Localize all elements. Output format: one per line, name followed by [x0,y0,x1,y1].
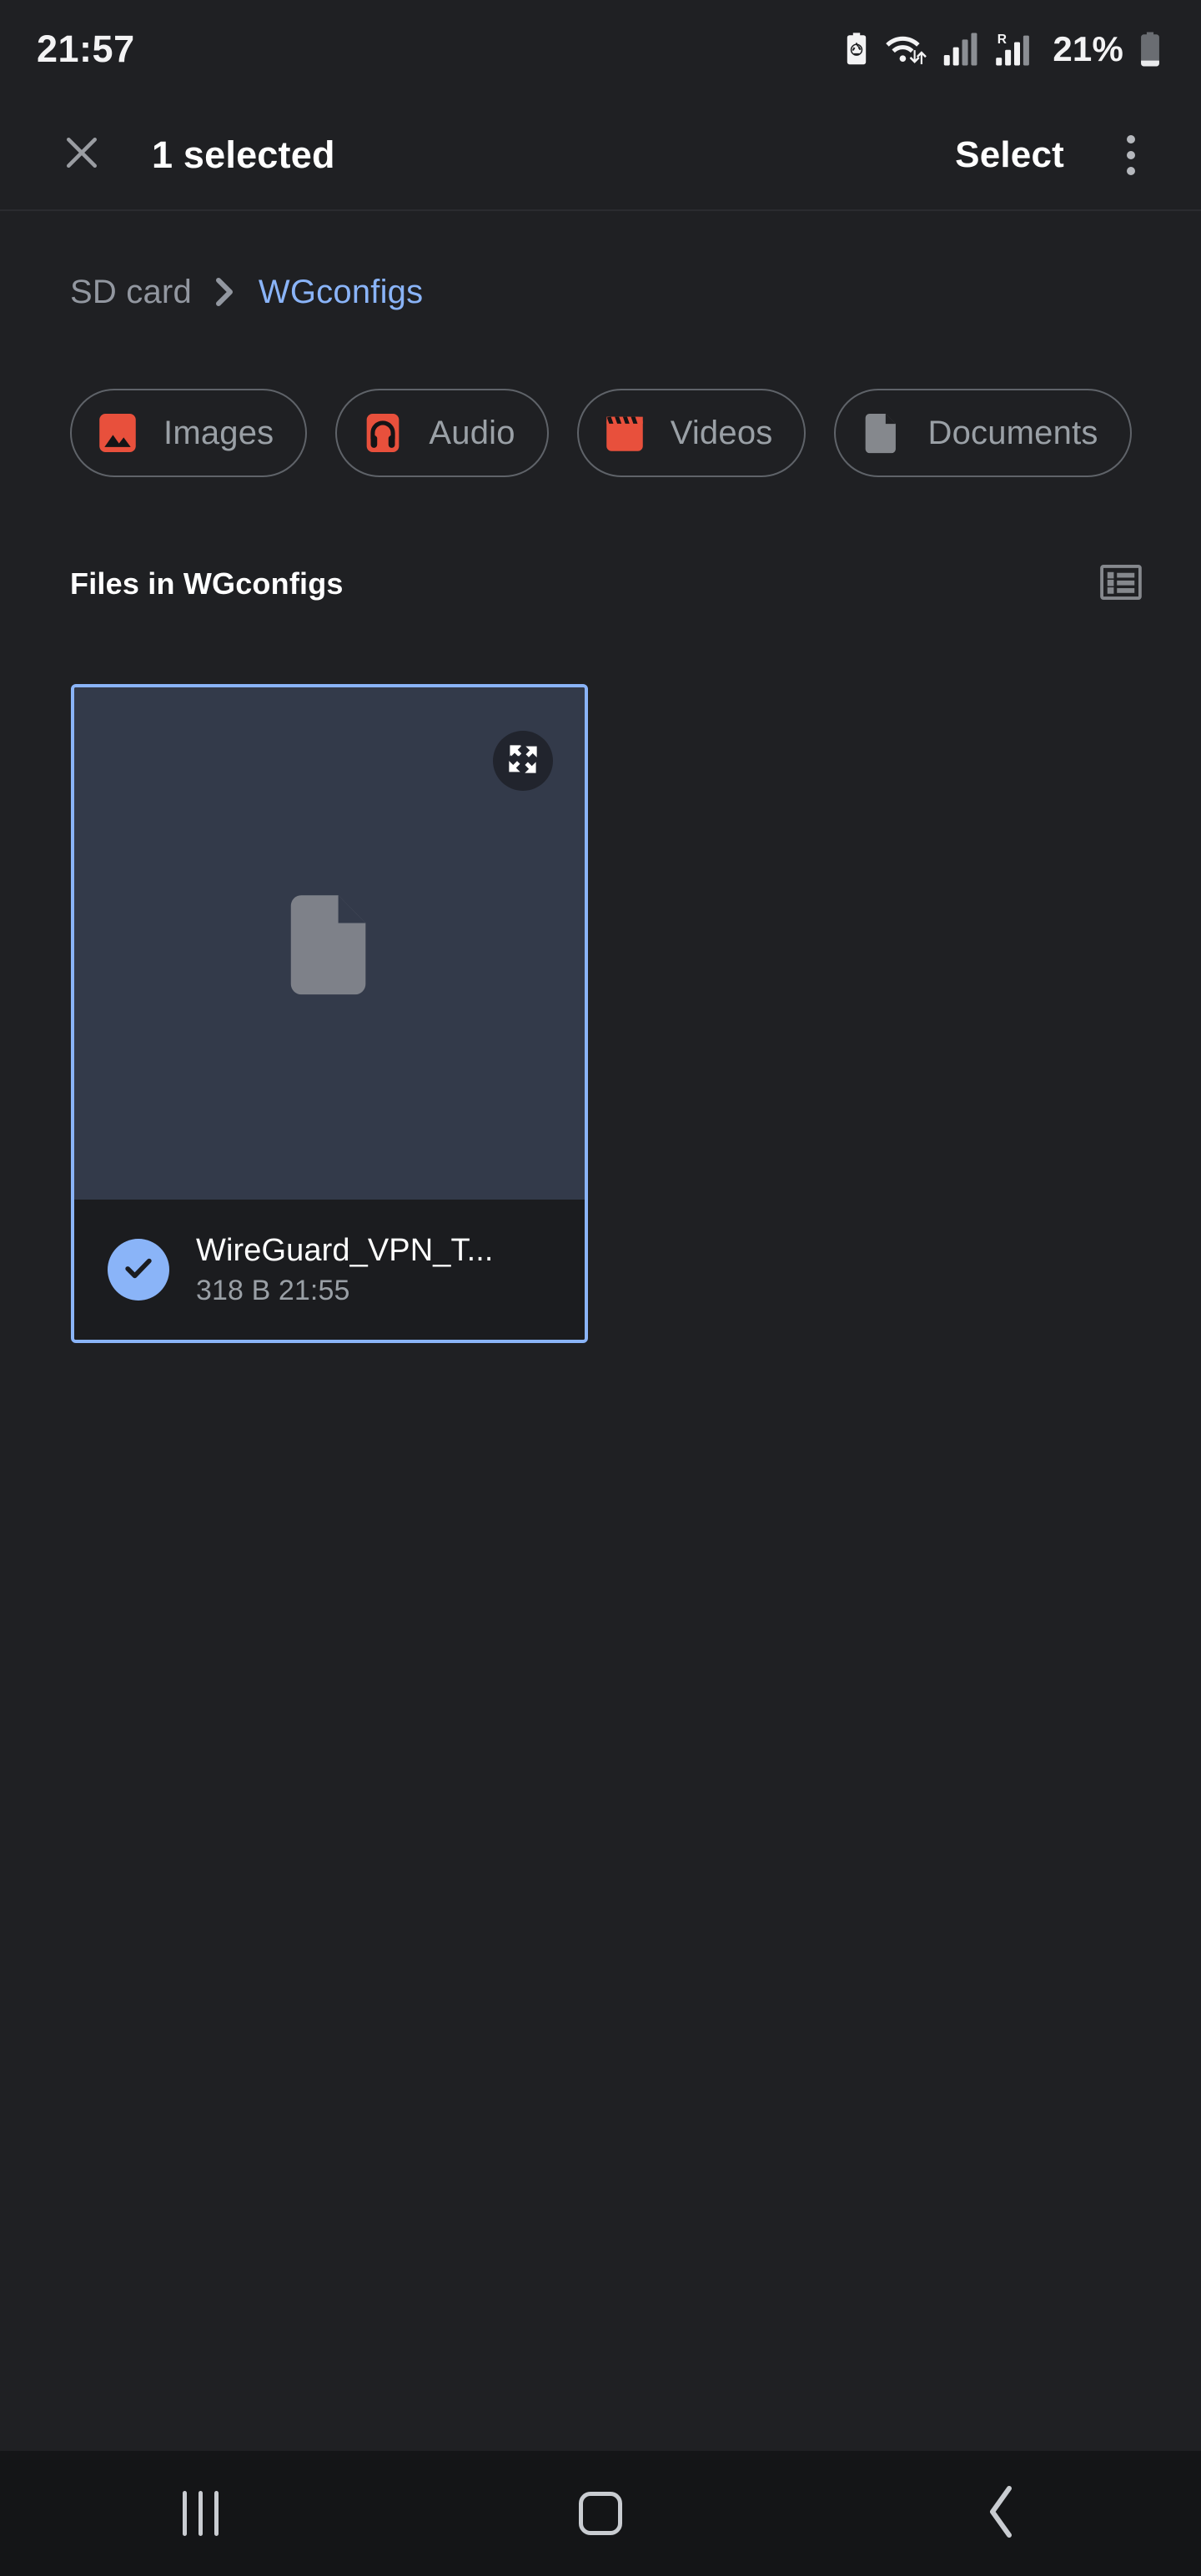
status-bar-icons: R 21% [842,29,1163,69]
list-view-icon [1100,564,1142,604]
system-navigation-bar [0,2451,1201,2576]
document-icon [857,409,906,457]
expand-fullscreen-icon [505,742,540,781]
clapperboard-icon [600,409,649,457]
more-options-icon [1127,134,1135,143]
filter-chip-videos-label: Videos [670,414,773,451]
filter-chip-images[interactable]: Images [70,389,308,477]
section-header: Files in WGconfigs [0,551,1201,617]
page-title: 1 selected [152,133,335,176]
headphones-icon [359,409,407,457]
back-button[interactable] [926,2468,1076,2559]
filter-chip-images-label: Images [163,414,274,451]
file-name: WireGuard_VPN_T... [196,1232,494,1268]
document-icon [281,889,378,998]
recents-icon [182,2491,219,2536]
battery-percent-label: 21% [1053,29,1123,68]
filter-chip-audio[interactable]: Audio [335,389,549,477]
file-picker-screen: 21:57 R 21% 1 selected Select SD card WG… [0,0,1201,2576]
breadcrumb-item-wgconfigs[interactable]: WGconfigs [259,274,423,311]
file-text-block: WireGuard_VPN_T... 318 B 21:55 [196,1233,494,1307]
wifi-data-transfer-icon [885,32,928,67]
expand-button[interactable] [493,731,553,791]
view-mode-button[interactable] [1098,561,1144,607]
power-saving-battery-icon [842,32,871,67]
back-icon [984,2485,1018,2543]
filter-chip-audio-label: Audio [429,414,515,451]
battery-icon [1138,32,1163,67]
more-options-icon-dot2 [1127,150,1135,159]
filter-chip-documents-label: Documents [927,414,1098,451]
select-button[interactable]: Select [942,126,1078,184]
image-icon [93,409,142,457]
file-checkbox[interactable] [108,1239,169,1301]
home-button[interactable] [525,2468,676,2559]
filter-chip-videos[interactable]: Videos [576,389,807,477]
section-title: Files in WGconfigs [70,566,344,601]
file-card[interactable]: WireGuard_VPN_T... 318 B 21:55 [71,684,588,1343]
file-info-bar: WireGuard_VPN_T... 318 B 21:55 [74,1200,585,1340]
filter-chip-row: Images Audio Videos Documents [0,384,1201,482]
status-bar: 21:57 R 21% [0,0,1201,98]
recents-button[interactable] [125,2468,275,2559]
more-options-button[interactable] [1093,117,1169,194]
status-bar-clock: 21:57 [37,28,135,70]
filter-chip-documents[interactable]: Documents [834,389,1132,477]
home-icon [579,2492,622,2535]
file-meta: 318 B 21:55 [196,1274,350,1306]
svg-text:R: R [997,33,1007,47]
breadcrumb-item-sd-card[interactable]: SD card [70,274,192,311]
close-icon [59,130,104,179]
roaming-signal-bars-icon: R [993,32,1035,67]
breadcrumb: SD card WGconfigs [0,250,1201,334]
signal-bars-icon [942,32,979,67]
close-button[interactable] [42,115,122,195]
more-options-icon-dot3 [1127,166,1135,175]
chevron-right-icon [214,275,237,309]
check-icon [120,1250,157,1291]
app-bar: 1 selected Select [0,98,1201,211]
file-thumbnail[interactable] [74,687,585,1200]
